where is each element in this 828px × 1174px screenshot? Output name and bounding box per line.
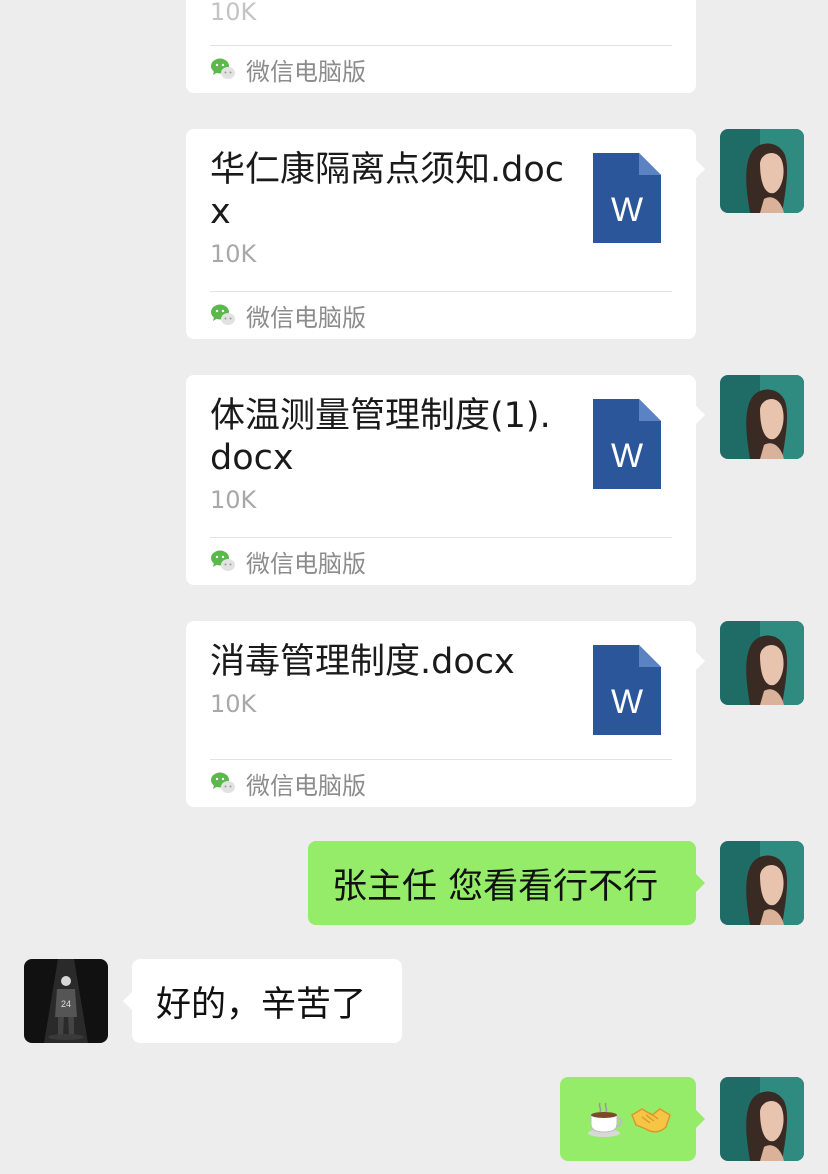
wechat-logo-icon: [210, 549, 236, 573]
card-divider: [210, 291, 672, 292]
file-source: 微信电脑版: [210, 546, 366, 578]
file-size: 10K: [210, 486, 257, 514]
sent-text-bubble[interactable]: 张主任 您看看行不行: [308, 841, 705, 925]
file-message-card[interactable]: 10K 微信电脑版: [186, 0, 696, 93]
word-file-icon: [593, 645, 661, 735]
message-text: 好的，辛苦了: [156, 984, 367, 1025]
word-file-icon: [593, 399, 661, 489]
file-message-card[interactable]: 消毒管理制度.docx 10K 微信电脑版: [186, 621, 705, 807]
bubble-tail: [123, 991, 133, 1011]
card-divider: [210, 537, 672, 538]
message-text: 张主任 您看看行不行: [332, 866, 659, 907]
my-avatar[interactable]: [720, 841, 804, 925]
my-avatar[interactable]: [720, 129, 804, 213]
contact-avatar[interactable]: [24, 959, 108, 1043]
word-file-icon: [593, 153, 661, 243]
coffee-icon: [588, 1102, 623, 1137]
file-source-label: 微信电脑版: [246, 303, 366, 332]
wechat-logo-icon: [210, 303, 236, 327]
card-divider: [210, 45, 672, 46]
my-avatar[interactable]: [720, 1077, 804, 1161]
file-size: 10K: [210, 240, 257, 268]
file-source: 微信电脑版: [210, 54, 366, 86]
file-source-label: 微信电脑版: [246, 57, 366, 86]
file-name: 消毒管理制度.docx: [210, 642, 515, 682]
file-name: 华仁康隔离点须知.docx: [210, 150, 564, 232]
file-size: 10K: [210, 0, 257, 26]
sent-emoji-bubble[interactable]: [560, 1077, 705, 1161]
file-source-label: 微信电脑版: [246, 549, 366, 578]
file-message-card[interactable]: 体温测量管理制度(1).docx 10K 微信电脑版: [186, 375, 705, 585]
file-source: 微信电脑版: [210, 768, 366, 800]
file-message-card[interactable]: 华仁康隔离点须知.docx 10K 微信电脑版: [186, 129, 705, 339]
bubble-tail: [695, 159, 705, 179]
card-divider: [210, 759, 672, 760]
my-avatar[interactable]: [720, 375, 804, 459]
wechat-logo-icon: [210, 771, 236, 795]
bubble-tail: [695, 405, 705, 425]
wechat-logo-icon: [210, 57, 236, 81]
handshake-icon: [631, 1108, 671, 1133]
file-size: 10K: [210, 690, 257, 718]
bubble-tail: [695, 1109, 705, 1129]
my-avatar[interactable]: [720, 621, 804, 705]
file-source: 微信电脑版: [210, 300, 366, 332]
bubble-tail: [695, 651, 705, 671]
file-name: 体温测量管理制度(1).docx: [210, 396, 551, 478]
received-text-bubble[interactable]: 好的，辛苦了: [123, 959, 402, 1043]
bubble-tail: [695, 873, 705, 893]
file-source-label: 微信电脑版: [246, 771, 366, 800]
